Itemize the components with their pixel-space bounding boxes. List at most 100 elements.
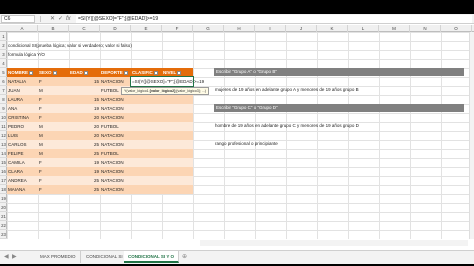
row-header[interactable]: 20 bbox=[0, 203, 7, 212]
row-header[interactable]: 12 bbox=[0, 131, 7, 140]
table-cell[interactable] bbox=[131, 122, 162, 131]
column-header[interactable]: I bbox=[255, 25, 286, 32]
table-cell[interactable]: CLARA bbox=[7, 167, 38, 176]
table-cell[interactable]: PEDRO bbox=[7, 122, 38, 131]
column-header[interactable]: G bbox=[193, 25, 224, 32]
table-cell[interactable] bbox=[69, 86, 100, 95]
column-header[interactable]: A bbox=[7, 25, 38, 32]
table-cell[interactable] bbox=[162, 95, 193, 104]
column-header[interactable]: L bbox=[348, 25, 379, 32]
table-header-nombre[interactable]: NOMBRE bbox=[7, 68, 38, 77]
table-cell[interactable]: 20 bbox=[69, 131, 100, 140]
table-cell[interactable]: 19 bbox=[69, 158, 100, 167]
row-header[interactable]: 5 bbox=[0, 68, 7, 77]
row-header[interactable]: 21 bbox=[0, 212, 7, 221]
table-cell[interactable]: NATACION bbox=[100, 131, 131, 140]
table-cell[interactable]: 25 bbox=[69, 149, 100, 158]
table-cell[interactable]: 15 bbox=[69, 77, 100, 86]
table-cell[interactable]: NATACION bbox=[100, 158, 131, 167]
table-cell[interactable] bbox=[131, 113, 162, 122]
table-cell[interactable]: F bbox=[38, 95, 69, 104]
row-header[interactable]: 23 bbox=[0, 230, 7, 239]
table-cell[interactable] bbox=[162, 176, 193, 185]
table-cell[interactable]: M bbox=[38, 122, 69, 131]
table-cell[interactable]: F bbox=[38, 158, 69, 167]
row-header[interactable]: 15 bbox=[0, 158, 7, 167]
table-cell[interactable]: CARLOS bbox=[7, 140, 38, 149]
table-cell[interactable]: F bbox=[38, 77, 69, 86]
column-header[interactable]: M bbox=[379, 25, 410, 32]
table-header-clasific[interactable]: CLASIFIC bbox=[131, 68, 162, 77]
table-cell[interactable]: NATACION bbox=[100, 104, 131, 113]
prev-sheet-icon[interactable]: ◀ bbox=[4, 251, 9, 263]
table-cell[interactable] bbox=[162, 149, 193, 158]
table-cell[interactable] bbox=[131, 158, 162, 167]
table-cell[interactable]: F bbox=[38, 176, 69, 185]
table-cell[interactable]: NATACION bbox=[100, 167, 131, 176]
column-header[interactable]: B bbox=[38, 25, 69, 32]
row-header[interactable]: 3 bbox=[0, 50, 7, 59]
table-cell[interactable] bbox=[131, 185, 162, 194]
column-header[interactable]: J bbox=[286, 25, 317, 32]
column-header[interactable]: D bbox=[100, 25, 131, 32]
table-cell[interactable] bbox=[131, 140, 162, 149]
cancel-icon[interactable]: ✕ bbox=[50, 15, 55, 23]
table-cell[interactable]: LAURA bbox=[7, 95, 38, 104]
table-cell[interactable] bbox=[131, 149, 162, 158]
table-cell[interactable]: F bbox=[38, 185, 69, 194]
table-cell[interactable] bbox=[162, 185, 193, 194]
row-header[interactable]: 10 bbox=[0, 113, 7, 122]
table-cell[interactable]: FELIPE bbox=[7, 149, 38, 158]
table-cell[interactable] bbox=[131, 167, 162, 176]
table-cell[interactable]: NATACION bbox=[100, 95, 131, 104]
cell-grid[interactable]: condicional SI(prueba lógica; valor si v… bbox=[7, 32, 474, 239]
table-cell[interactable] bbox=[162, 140, 193, 149]
row-header[interactable]: 16 bbox=[0, 167, 7, 176]
enter-icon[interactable]: ✓ bbox=[58, 15, 63, 23]
table-cell[interactable]: CRISTINA bbox=[7, 113, 38, 122]
table-cell[interactable] bbox=[131, 176, 162, 185]
filter-dropdown-icon[interactable] bbox=[123, 70, 128, 75]
add-sheet-icon[interactable]: ⊕ bbox=[182, 251, 187, 263]
formula-input[interactable]: =SI(Y([@SEXO]="F";[@EDAD]>=19 bbox=[76, 15, 472, 23]
filter-dropdown-icon[interactable] bbox=[83, 70, 88, 75]
table-cell[interactable]: F bbox=[38, 167, 69, 176]
table-cell[interactable]: 19 bbox=[69, 167, 100, 176]
row-header[interactable]: 2 bbox=[0, 41, 7, 50]
filter-dropdown-icon[interactable] bbox=[52, 70, 57, 75]
table-cell[interactable]: M bbox=[38, 140, 69, 149]
table-cell[interactable] bbox=[162, 113, 193, 122]
row-header[interactable]: 14 bbox=[0, 149, 7, 158]
table-cell[interactable] bbox=[131, 131, 162, 140]
editing-cell[interactable]: =SI(Y([@SEXO]="F";[@EDAD]>=19 bbox=[130, 76, 204, 87]
table-cell[interactable]: FUTBOL bbox=[100, 149, 131, 158]
row-header[interactable]: 19 bbox=[0, 194, 7, 203]
tab-condicional-si-y-o[interactable]: CONDICIONAL SI Y O bbox=[124, 251, 180, 263]
table-cell[interactable]: 25 bbox=[69, 185, 100, 194]
table-header-edad[interactable]: EDAD bbox=[69, 68, 100, 77]
table-cell[interactable]: NATACION bbox=[100, 113, 131, 122]
row-header[interactable]: 18 bbox=[0, 185, 7, 194]
column-header[interactable]: F bbox=[162, 25, 193, 32]
column-header[interactable]: N bbox=[410, 25, 441, 32]
table-cell[interactable]: M bbox=[38, 149, 69, 158]
vertical-scrollbar[interactable] bbox=[469, 32, 474, 239]
table-cell[interactable]: ANDREA bbox=[7, 176, 38, 185]
table-cell[interactable]: 25 bbox=[69, 140, 100, 149]
table-cell[interactable] bbox=[162, 122, 193, 131]
table-header-nivel[interactable]: NIVEL bbox=[162, 68, 193, 77]
filter-dropdown-icon[interactable] bbox=[177, 70, 182, 75]
note-formula-logica[interactable]: formula lógica Y/O bbox=[7, 50, 45, 59]
row-header[interactable]: 9 bbox=[0, 104, 7, 113]
table-cell[interactable] bbox=[162, 131, 193, 140]
column-header[interactable]: H bbox=[224, 25, 255, 32]
table-cell[interactable]: LUIS bbox=[7, 131, 38, 140]
table-cell[interactable]: 20 bbox=[69, 122, 100, 131]
table-cell[interactable]: NATACION bbox=[100, 77, 131, 86]
row-header[interactable]: 11 bbox=[0, 122, 7, 131]
row-header[interactable]: 7 bbox=[0, 86, 7, 95]
table-cell[interactable]: M bbox=[38, 86, 69, 95]
table-cell[interactable]: F bbox=[38, 113, 69, 122]
column-header[interactable]: C bbox=[69, 25, 100, 32]
table-cell[interactable]: NATACION bbox=[100, 185, 131, 194]
